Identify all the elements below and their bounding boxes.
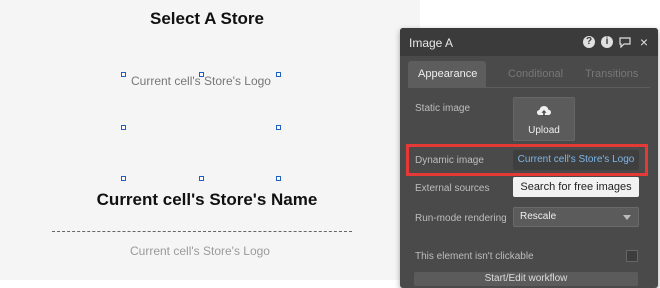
panel-title: Image A: [409, 36, 454, 50]
cloud-upload-icon: [537, 106, 551, 116]
resize-handle-bottom-right[interactable]: [276, 176, 281, 181]
comment-icon[interactable]: [619, 36, 631, 49]
not-clickable-checkbox[interactable]: [626, 250, 638, 262]
page-title: Select A Store: [149, 9, 264, 28]
image-element-selected[interactable]: Current cell's Store's Logo: [121, 72, 281, 181]
info-icon[interactable]: i: [601, 36, 613, 48]
start-edit-workflow-button[interactable]: Start/Edit workflow: [414, 272, 638, 286]
tab-appearance[interactable]: Appearance: [408, 61, 486, 87]
not-clickable-label: This element isn't clickable: [415, 251, 534, 262]
resize-handle-top[interactable]: [199, 72, 204, 77]
help-icon[interactable]: ?: [583, 36, 595, 48]
resize-handle-top-right[interactable]: [276, 72, 281, 77]
editor-canvas: Select A Store Current cell's Store's Lo…: [0, 0, 420, 280]
resize-handle-left[interactable]: [121, 125, 126, 130]
resize-handle-bottom[interactable]: [199, 176, 204, 181]
resize-handle-right[interactable]: [276, 125, 281, 130]
panel-tabs: Appearance Conditional Transitions: [408, 61, 650, 87]
static-image-label: Static image: [415, 103, 471, 114]
tab-transitions[interactable]: Transitions: [575, 61, 648, 87]
close-icon[interactable]: ×: [638, 35, 650, 49]
repeat-logo-placeholder[interactable]: Current cell's Store's Logo: [0, 244, 400, 258]
repeat-divider: [52, 231, 352, 232]
highlight-box: [406, 144, 648, 176]
resize-handle-top-left[interactable]: [121, 72, 126, 77]
external-sources-label: External sources: [415, 183, 490, 194]
panel-header: Image A ? i ×: [400, 28, 658, 56]
run-mode-value: Rescale: [520, 211, 557, 222]
store-name-text[interactable]: Current cell's Store's Name: [0, 190, 414, 210]
run-mode-label: Run-mode rendering: [415, 213, 507, 224]
upload-button[interactable]: Upload: [513, 97, 575, 141]
run-mode-select[interactable]: Rescale: [513, 207, 639, 227]
search-free-images-button[interactable]: Search for free images: [513, 177, 639, 197]
resize-handle-bottom-left[interactable]: [121, 176, 126, 181]
upload-label: Upload: [528, 125, 560, 136]
tab-divider: [408, 87, 650, 88]
tab-conditional[interactable]: Conditional: [498, 61, 573, 87]
chevron-down-icon: [623, 215, 631, 220]
